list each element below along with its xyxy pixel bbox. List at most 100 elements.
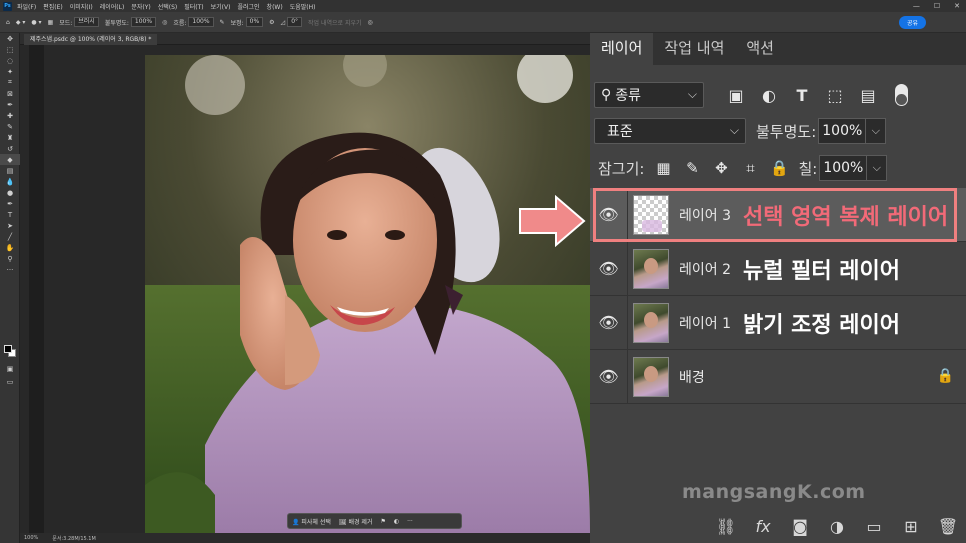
opacity-field[interactable]: 100% xyxy=(130,17,157,27)
zoom-level[interactable]: 100% xyxy=(24,535,38,541)
lasso-tool-icon[interactable]: ◌ xyxy=(0,55,20,66)
type-icon[interactable]: T xyxy=(792,85,812,105)
quick-select-tool-icon[interactable]: ✦ xyxy=(0,66,20,77)
dodge-tool-icon[interactable]: ● xyxy=(0,187,20,198)
pin-icon[interactable]: ⚑ xyxy=(380,518,385,525)
kind-filter-select[interactable]: ⚲ 종류 ⌵ xyxy=(594,82,704,108)
pressure-opacity-icon[interactable]: ◎ xyxy=(162,19,167,26)
more-tools-icon[interactable]: ··· xyxy=(0,264,20,275)
frame-tool-icon[interactable]: ⊠ xyxy=(0,88,20,99)
filter-toggle[interactable] xyxy=(895,84,908,106)
menu-edit[interactable]: 편집(E) xyxy=(43,2,63,11)
menu-select[interactable]: 선택(S) xyxy=(158,2,178,11)
trash-icon[interactable]: 🗑 xyxy=(938,517,958,537)
blend-mode-select[interactable]: 표준 ⌵ xyxy=(594,118,746,144)
smoothing-field[interactable]: 0% xyxy=(245,17,264,27)
eye-icon[interactable]: 👁 xyxy=(590,187,628,242)
menu-image[interactable]: 이미지(I) xyxy=(70,2,93,11)
smoothing-gear-icon[interactable]: ⚙ xyxy=(269,19,274,26)
brush-tool-icon[interactable]: ✎ xyxy=(0,121,20,132)
opacity-dropdown-icon[interactable]: ⌵ xyxy=(866,118,887,144)
foreground-color-swatch[interactable] xyxy=(4,345,12,353)
path-select-tool-icon[interactable]: ➤ xyxy=(0,220,20,231)
move-tool-icon[interactable]: ✥ xyxy=(0,33,20,44)
eyedropper-tool-icon[interactable]: ✒ xyxy=(0,99,20,110)
menu-file[interactable]: 파일(F) xyxy=(17,2,36,11)
eraser-tool-icon[interactable]: ◆ xyxy=(0,154,20,165)
more-options-button[interactable]: ··· xyxy=(407,518,413,525)
link-icon[interactable]: ⛓ xyxy=(716,517,736,537)
document-tab[interactable]: 제주스냅.psdc @ 100% (레이어 3, RGB/8) * xyxy=(24,34,158,45)
gradient-tool-icon[interactable]: ▤ xyxy=(0,165,20,176)
smart-object-icon[interactable]: ▤ xyxy=(858,85,878,105)
close-icon[interactable]: ✕ xyxy=(954,2,960,10)
history-brush-tool-icon[interactable]: ↺ xyxy=(0,143,20,154)
brush-preset-icon[interactable]: ● ▾ xyxy=(31,19,41,26)
home-icon[interactable]: ⌂ xyxy=(6,19,10,26)
eraser-tool-icon[interactable]: ◆ ▾ xyxy=(16,19,26,26)
pressure-size-icon[interactable]: ◎ xyxy=(368,19,373,26)
lock-icon[interactable]: 🔒 xyxy=(937,368,954,384)
blur-tool-icon[interactable]: 💧 xyxy=(0,176,20,187)
healing-tool-icon[interactable]: ✚ xyxy=(0,110,20,121)
tab-layers[interactable]: 레이어 xyxy=(590,33,654,65)
flow-field[interactable]: 100% xyxy=(188,17,214,27)
contrast-icon[interactable]: ◐ xyxy=(394,518,399,525)
menu-layer[interactable]: 레이어(L) xyxy=(100,2,125,11)
angle-field[interactable]: 0° xyxy=(287,17,303,27)
lock-pixels-icon[interactable]: ▦ xyxy=(654,159,672,177)
adjustment-icon[interactable]: ◐ xyxy=(759,85,779,105)
share-button[interactable]: 공유 xyxy=(898,16,926,29)
eye-icon[interactable]: 👁 xyxy=(590,295,628,350)
line-tool-icon[interactable]: ╱ xyxy=(0,231,20,242)
maximize-icon[interactable]: ☐ xyxy=(934,2,940,10)
pen-tool-icon[interactable]: ✒ xyxy=(0,198,20,209)
quick-mask-icon[interactable]: ▣ xyxy=(0,363,20,374)
fill-dropdown-icon[interactable]: ⌵ xyxy=(867,155,888,181)
layer-row[interactable]: 👁 레이어 3 선택 영역 복제 레이어 xyxy=(590,187,966,242)
zoom-tool-icon[interactable]: ⚲ xyxy=(0,253,20,264)
mode-select[interactable]: 브러시 xyxy=(74,17,99,27)
image-icon[interactable]: ▣ xyxy=(726,85,746,105)
menu-type[interactable]: 문자(Y) xyxy=(131,2,150,11)
stamp-tool-icon[interactable]: ♜ xyxy=(0,132,20,143)
crop-tool-icon[interactable]: ⌗ xyxy=(0,77,20,88)
tab-history[interactable]: 작업 내역 xyxy=(653,33,735,65)
eye-icon[interactable]: 👁 xyxy=(590,349,628,404)
brush-settings-icon[interactable]: ▦ xyxy=(48,19,54,26)
hand-tool-icon[interactable]: ✋ xyxy=(0,242,20,253)
canvas-photo[interactable] xyxy=(145,55,590,533)
minimize-icon[interactable]: — xyxy=(913,2,920,10)
lock-paint-icon[interactable]: ✎ xyxy=(683,159,701,177)
opacity-input[interactable]: 100% xyxy=(818,118,867,144)
airbrush-icon[interactable]: ✎ xyxy=(220,19,225,26)
marquee-tool-icon[interactable]: ⬚ xyxy=(0,44,20,55)
screen-mode-icon[interactable]: ▭ xyxy=(0,376,20,387)
lock-all-icon[interactable]: 🔒 xyxy=(770,159,789,177)
tab-actions[interactable]: 액션 xyxy=(735,33,785,65)
layer-name[interactable]: 레이어 3 xyxy=(679,205,731,225)
menu-help[interactable]: 도움말(H) xyxy=(290,2,316,11)
group-icon[interactable]: ▭ xyxy=(864,517,884,537)
layer-name[interactable]: 레이어 2 xyxy=(679,259,731,279)
layer-name[interactable]: 레이어 1 xyxy=(679,313,731,333)
lock-artboard-icon[interactable]: ⌗ xyxy=(741,159,759,177)
mask-icon[interactable]: ◙ xyxy=(790,517,810,537)
adjustment-layer-icon[interactable]: ◑ xyxy=(827,517,847,537)
fill-input[interactable]: 100% xyxy=(819,155,868,181)
layer-row[interactable]: 👁 레이어 1 밝기 조정 레이어 xyxy=(590,295,966,350)
menu-plugins[interactable]: 플러그인 xyxy=(237,2,259,11)
fx-icon[interactable]: fx xyxy=(753,517,773,537)
eye-icon[interactable]: 👁 xyxy=(590,241,628,296)
erase-history-checkbox[interactable]: 작업 내역으로 지우기 xyxy=(308,18,362,27)
menu-filter[interactable]: 필터(T) xyxy=(184,2,203,11)
layer-row[interactable]: 👁 배경 🔒 xyxy=(590,349,966,404)
new-layer-icon[interactable]: ⊞ xyxy=(901,517,921,537)
select-subject-button[interactable]: 👤 피사체 선택 xyxy=(292,517,331,526)
layer-name[interactable]: 배경 xyxy=(679,367,705,387)
menu-view[interactable]: 보기(V) xyxy=(211,2,231,11)
type-tool-icon[interactable]: T xyxy=(0,209,20,220)
remove-background-button[interactable]: 🖼 배경 제거 xyxy=(339,517,373,526)
menu-window[interactable]: 창(W) xyxy=(267,2,283,11)
shape-icon[interactable]: ⬚ xyxy=(825,85,845,105)
